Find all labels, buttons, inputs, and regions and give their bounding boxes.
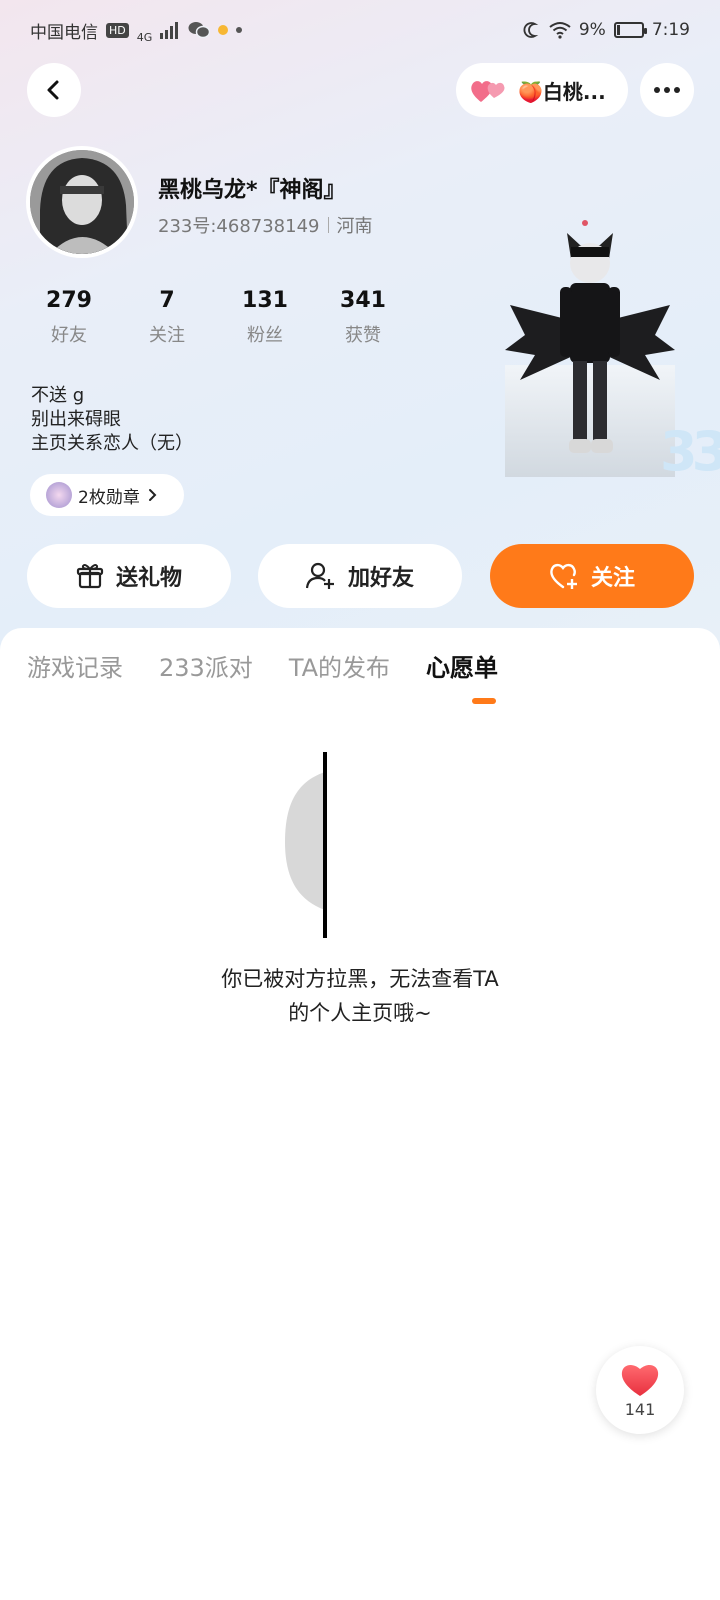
tab-posts[interactable]: TA的发布 <box>289 648 390 683</box>
stats-row: 279 好友 7 关注 131 粉丝 341 获赞 <box>20 288 412 347</box>
stat-number: 279 <box>46 288 92 313</box>
blocked-illustration-icon <box>285 752 327 938</box>
double-heart-icon <box>471 81 505 102</box>
user-nickname: 黑桃乌龙*『神阁』 <box>158 178 346 203</box>
like-count: 141 <box>624 1399 656 1419</box>
stat-label: 好友 <box>51 325 87 346</box>
avatar[interactable] <box>26 146 138 258</box>
send-gift-label: 送礼物 <box>115 566 182 591</box>
bio-line: 别出来碍眼 <box>31 409 121 430</box>
stat-following[interactable]: 7 关注 <box>118 288 216 347</box>
user-meta: 233号:468738149 河南 <box>158 212 373 238</box>
stat-label: 关注 <box>149 325 185 346</box>
moon-icon <box>523 22 539 38</box>
bio-line: 主页关系恋人（无） <box>31 433 193 454</box>
battery-icon <box>613 22 647 38</box>
add-user-icon <box>305 562 334 589</box>
heart-plus-icon <box>550 563 577 589</box>
profile-tabs: 游戏记录 233派对 TA的发布 心愿单 <box>27 648 498 683</box>
chevron-right-icon <box>148 489 157 501</box>
notification-dot-icon <box>218 25 229 35</box>
wechat-icon <box>188 22 211 39</box>
add-friend-label: 加好友 <box>347 566 414 591</box>
gift-icon <box>76 564 104 589</box>
stat-number: 341 <box>340 288 386 313</box>
tab-wishlist[interactable]: 心愿单 <box>426 648 498 683</box>
couple-relation-pill[interactable]: 🍑白桃... <box>456 63 628 117</box>
more-dot-icon <box>654 87 660 93</box>
status-right: 9% 7:19 <box>523 20 690 40</box>
wifi-icon <box>549 22 571 39</box>
user-location: 河南 <box>336 216 373 237</box>
medal-button[interactable]: 2枚勋章 <box>30 474 184 516</box>
carrier-label: 中国电信 <box>30 22 98 43</box>
follow-button[interactable]: 关注 <box>490 544 694 608</box>
stat-friends[interactable]: 279 好友 <box>20 288 118 347</box>
like-button[interactable]: 141 <box>596 1346 684 1434</box>
medal-icon <box>46 482 72 508</box>
status-left: 中国电信 HD 4G <box>30 17 243 44</box>
add-friend-button[interactable]: 加好友 <box>258 544 462 608</box>
status-bar: 中国电信 HD 4G 9% 7:19 <box>0 0 720 60</box>
back-button[interactable] <box>27 63 81 117</box>
stat-label: 粉丝 <box>247 325 283 346</box>
follow-label: 关注 <box>590 566 635 591</box>
blocked-message-line: 的个人主页哦~ <box>288 1001 432 1025</box>
blocked-message-line: 你已被对方拉黑，无法查看TA <box>221 967 499 991</box>
signal-icon <box>160 22 179 39</box>
more-dot-icon <box>674 87 680 93</box>
heart-icon <box>621 1364 659 1396</box>
relation-label: 🍑白桃... <box>518 79 606 104</box>
stat-label: 获赞 <box>345 325 381 346</box>
send-gift-button[interactable]: 送礼物 <box>27 544 231 608</box>
network-label: 4G <box>136 30 153 44</box>
more-options-button[interactable] <box>640 63 694 117</box>
battery-percent: 9% <box>578 20 606 40</box>
avatar-portrait-icon <box>30 150 134 254</box>
stat-number: 131 <box>242 288 288 313</box>
tab-233-party[interactable]: 233派对 <box>159 648 253 683</box>
user-bio: 不送 g 别出来碍眼 主页关系恋人（无） <box>31 384 193 456</box>
medal-count: 2枚勋章 <box>78 487 140 508</box>
more-dot-icon <box>664 87 670 93</box>
stat-fans[interactable]: 131 粉丝 <box>216 288 314 347</box>
bio-line: 不送 g <box>31 385 85 406</box>
3d-character-figure[interactable] <box>505 215 675 480</box>
hd-badge: HD <box>106 22 129 38</box>
blocked-message: 你已被对方拉黑，无法查看TA 的个人主页哦~ <box>160 962 560 1030</box>
chevron-left-icon <box>47 80 59 100</box>
meta-divider <box>327 217 329 233</box>
more-notifications-icon <box>236 27 243 33</box>
clock: 7:19 <box>651 20 690 40</box>
stat-number: 7 <box>159 288 175 313</box>
user-id[interactable]: 233号:468738149 <box>158 212 320 238</box>
content-card <box>0 628 720 1600</box>
active-tab-indicator <box>472 698 496 704</box>
tab-game-records[interactable]: 游戏记录 <box>27 648 123 683</box>
stat-likes[interactable]: 341 获赞 <box>314 288 412 347</box>
